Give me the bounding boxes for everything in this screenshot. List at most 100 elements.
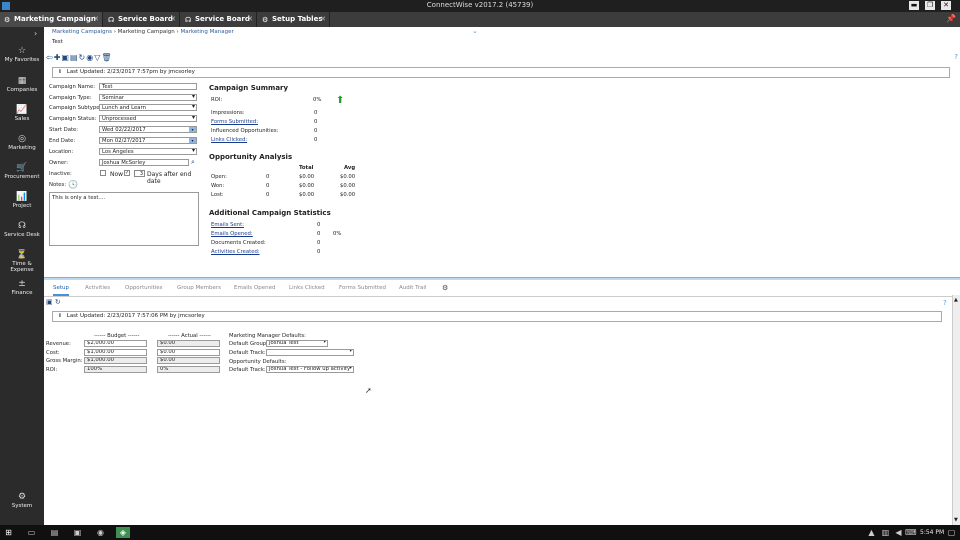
scroll-up-icon[interactable]: ▲ xyxy=(954,297,958,303)
breadcrumb-marketing-campaigns[interactable]: Marketing Campaigns xyxy=(52,29,112,35)
sidebar-item-system[interactable]: ⚙ System xyxy=(0,491,44,509)
lower-panel: Setup Activities Opportunities Group Mem… xyxy=(44,280,960,525)
sidebar-item-service-desk[interactable]: ☊ Service Desk xyxy=(0,220,44,238)
windows-start-icon[interactable]: ⊞ xyxy=(3,527,14,538)
tab-service-board-2[interactable]: ☊ Service Board ✕ xyxy=(181,12,257,27)
location-select[interactable]: Los Angeles xyxy=(99,148,197,155)
days-input[interactable]: 3 xyxy=(134,170,145,177)
time-icon: ⏳ xyxy=(16,250,28,260)
table-row: Lost: 0 $0.00 $0.00 xyxy=(211,192,356,198)
budget-revenue-input[interactable]: $2,000.00 xyxy=(84,340,147,347)
emails-opened-link[interactable]: Emails Opened: xyxy=(211,231,253,237)
calendar-icon[interactable]: ▾ xyxy=(189,138,196,143)
emails-sent-link[interactable]: Emails Sent: xyxy=(211,222,244,228)
actual-cost-input[interactable]: $0.00 xyxy=(157,349,220,356)
search-icon[interactable]: ⌕ xyxy=(191,158,195,167)
sidebar-item-sales[interactable]: 📈 Sales xyxy=(0,104,44,122)
breadcrumb-marketing-manager[interactable]: Marketing Manager xyxy=(180,29,233,35)
cart-icon: 🛒 xyxy=(16,163,28,173)
save-icon[interactable]: ▣ xyxy=(61,53,70,62)
keyboard-icon[interactable]: ⌨ xyxy=(905,527,917,538)
tab-service-board[interactable]: ☊ Service Board ✕ xyxy=(104,12,180,27)
sidebar-item-procurement[interactable]: 🛒 Procurement xyxy=(0,162,44,180)
start-date-input[interactable]: Wed 02/22/2017 ▾ xyxy=(99,126,197,133)
task-view-icon[interactable]: ▭ xyxy=(26,527,37,538)
default-track-select[interactable]: ▾ xyxy=(266,349,354,356)
breadcrumb: Marketing Campaigns › Marketing Campaign… xyxy=(52,29,234,35)
close-tab-icon[interactable]: ✕ xyxy=(170,12,176,27)
page-scrollbar[interactable]: ▲ ▼ xyxy=(952,295,960,525)
tray-up-icon[interactable]: ▲ xyxy=(866,527,877,538)
gear-icon[interactable]: ⚙ xyxy=(442,284,448,292)
sidebar-item-marketing[interactable]: ◎ Marketing xyxy=(0,133,44,151)
forms-submitted-link[interactable]: Forms Submitted: xyxy=(211,119,258,125)
refresh-icon[interactable]: ↻ xyxy=(55,298,61,306)
tab-setup[interactable]: Setup xyxy=(53,285,70,296)
tab-setup-tables[interactable]: ⚙ Setup Tables ✕ xyxy=(258,12,330,27)
sidebar-item-companies[interactable]: ▦ Companies xyxy=(0,75,44,93)
campaign-type-select[interactable]: Seminar xyxy=(99,94,197,101)
tab-marketing-campaign[interactable]: ⚙ Marketing Campaign ✕ xyxy=(0,12,103,27)
notifications-icon[interactable]: ▢ xyxy=(946,527,957,538)
project-icon: 📊 xyxy=(16,192,28,202)
end-date-input[interactable]: Mon 02/27/2017 ▾ xyxy=(99,137,197,144)
campaign-subtype-select[interactable]: Lunch and Learn xyxy=(99,104,197,111)
chevron-right-icon[interactable]: › xyxy=(34,29,37,38)
clock-icon[interactable]: 🕓 xyxy=(68,180,78,189)
inactive-now-checkbox[interactable] xyxy=(100,170,106,176)
page-title: Test xyxy=(52,39,63,45)
last-updated-bar-bottom: i Last Updated: 2/23/2017 7:57:06 PM by … xyxy=(52,311,942,322)
restore-button[interactable]: ❐ xyxy=(925,1,935,10)
default-group-select[interactable]: Joshua Test ▾ xyxy=(266,340,328,347)
budget-roi-field: 100% xyxy=(84,366,147,373)
collapse-header-icon[interactable]: ⌄ xyxy=(472,27,478,35)
notes-textarea[interactable]: This is only a test.... xyxy=(49,192,199,246)
volume-icon[interactable]: ◀ xyxy=(893,527,904,538)
activities-created-link[interactable]: Activities Created: xyxy=(211,249,260,255)
close-tab-icon[interactable]: ✕ xyxy=(247,12,253,27)
close-window-button[interactable]: ✕ xyxy=(941,1,951,10)
sidebar-item-project[interactable]: 📊 Project xyxy=(0,191,44,209)
network-icon[interactable]: ▥ xyxy=(880,527,891,538)
clock-time[interactable]: 5:54 PM xyxy=(920,529,944,536)
owner-input[interactable]: Joshua McSorley xyxy=(99,159,189,166)
save-close-icon[interactable]: ▤ xyxy=(70,53,79,62)
opportunity-analysis-panel: Opportunity Analysis Total Avg Open: 0 $0.0… xyxy=(209,153,364,200)
tab-links-clicked[interactable]: Links Clicked xyxy=(289,285,325,291)
help-icon[interactable]: ? xyxy=(954,53,958,61)
pin-icon[interactable]: 📌 xyxy=(946,14,956,23)
opportunity-track-select[interactable]: Joshua Test - Follow up activity ▾ xyxy=(266,366,354,373)
tab-audit-trail[interactable]: Audit Trail xyxy=(399,285,426,291)
chrome-icon[interactable]: ◉ xyxy=(95,527,106,538)
save-icon[interactable]: ▣ xyxy=(46,298,53,306)
building-icon: ▦ xyxy=(17,76,27,86)
minimize-button[interactable]: ▬ xyxy=(909,1,919,10)
tab-activities[interactable]: Activities xyxy=(85,285,110,291)
chevron-down-icon: ▾ xyxy=(349,366,352,371)
delete-icon[interactable]: 🗑 xyxy=(101,53,112,62)
chevron-down-icon: ▾ xyxy=(323,340,326,345)
headset-icon: ☊ xyxy=(108,16,115,24)
tab-group-members[interactable]: Group Members xyxy=(177,285,221,291)
sidebar-item-time-expense[interactable]: ⏳ Time & Expense xyxy=(0,249,44,273)
campaign-status-select[interactable]: Unprocessed xyxy=(99,115,197,122)
close-tab-icon[interactable]: ✕ xyxy=(320,12,326,27)
close-tab-icon[interactable]: ✕ xyxy=(93,12,99,27)
back-icon[interactable]: ⇦ xyxy=(46,53,54,62)
connectwise-taskbar-icon[interactable]: ◈ xyxy=(116,527,130,538)
links-clicked-link[interactable]: Links Clicked: xyxy=(211,137,247,143)
sidebar-item-finance[interactable]: ± Finance xyxy=(0,278,44,296)
calendar-icon[interactable]: ▾ xyxy=(189,127,196,132)
scroll-down-icon[interactable]: ▼ xyxy=(954,517,958,523)
help-icon[interactable]: ? xyxy=(943,299,947,307)
inactive-after-checkbox[interactable]: ✓ xyxy=(124,170,130,176)
campaign-name-input[interactable]: Test xyxy=(99,83,197,90)
store-icon[interactable]: ▣ xyxy=(72,527,83,538)
sidebar-item-favorites[interactable]: ☆ My Favorites xyxy=(0,45,44,63)
file-explorer-icon[interactable]: ▤ xyxy=(49,527,60,538)
tab-emails-opened[interactable]: Emails Opened xyxy=(234,285,275,291)
budget-cost-input[interactable]: $1,000.00 xyxy=(84,349,147,356)
tab-forms-submitted[interactable]: Forms Submitted xyxy=(339,285,386,291)
additional-stats-panel: Additional Campaign Statistics Emails Se… xyxy=(209,209,364,259)
tab-opportunities[interactable]: Opportunities xyxy=(125,285,163,291)
